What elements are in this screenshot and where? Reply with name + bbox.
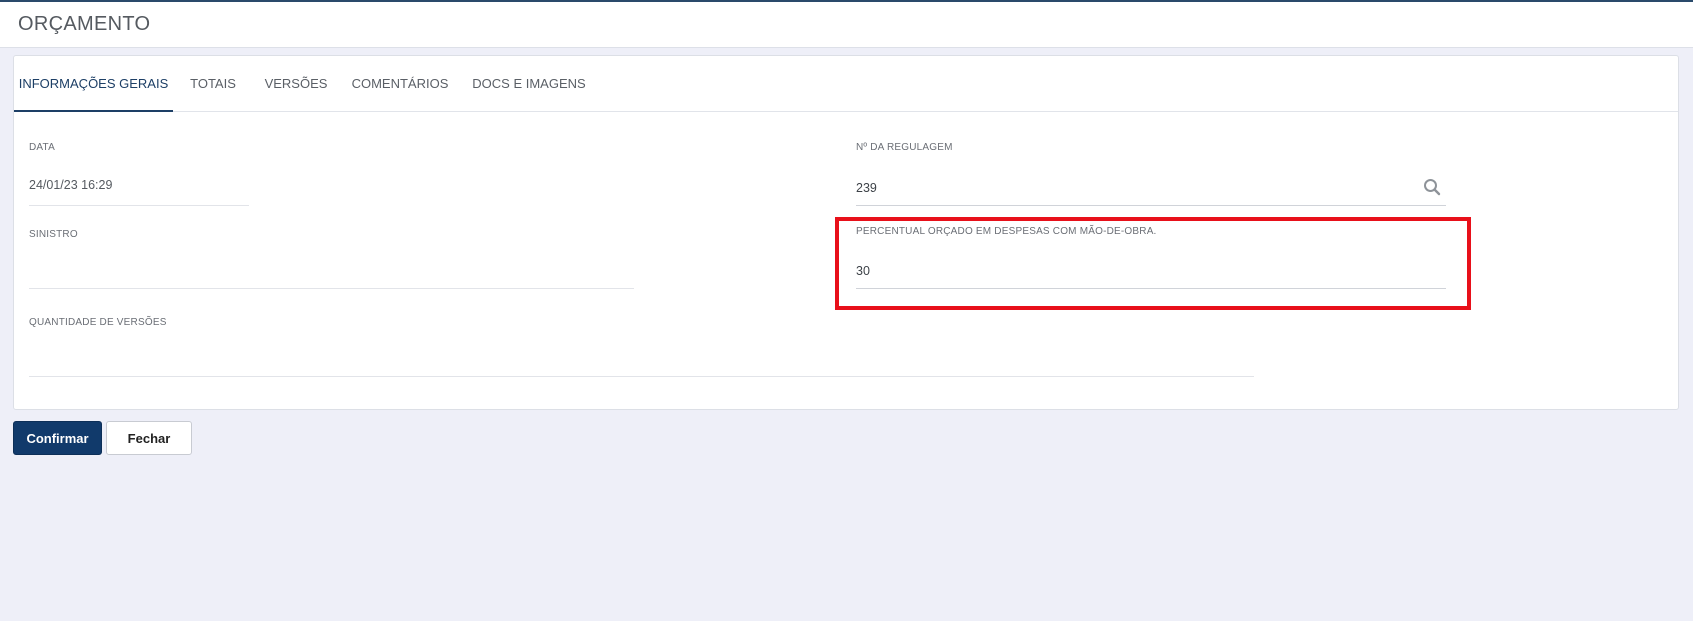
sinistro-underline bbox=[29, 288, 634, 289]
page-header: ORÇAMENTO bbox=[0, 2, 1693, 48]
sinistro-input[interactable] bbox=[29, 261, 619, 281]
versoes-label: QUANTIDADE DE VERSÕES bbox=[29, 317, 167, 328]
form-card: INFORMAÇÕES GERAIS TOTAIS VERSÕES COMENT… bbox=[13, 55, 1679, 410]
data-underline bbox=[29, 205, 249, 206]
tab-bar: INFORMAÇÕES GERAIS TOTAIS VERSÕES COMENT… bbox=[14, 56, 1678, 112]
close-button[interactable]: Fechar bbox=[106, 421, 192, 455]
regulagem-underline bbox=[856, 205, 1446, 206]
confirm-button[interactable]: Confirmar bbox=[13, 421, 102, 455]
search-icon[interactable] bbox=[1423, 178, 1441, 196]
percentual-label: PERCENTUAL ORÇADO EM DESPESAS COM MÃO-DE… bbox=[856, 226, 1157, 237]
tab-docs-e-imagens[interactable]: DOCS E IMAGENS bbox=[461, 56, 597, 112]
versoes-input[interactable] bbox=[29, 348, 1249, 368]
page-title: ORÇAMENTO bbox=[18, 13, 151, 35]
tab-comentarios[interactable]: COMENTÁRIOS bbox=[339, 56, 461, 112]
percentual-input[interactable] bbox=[856, 261, 1441, 281]
data-value: 24/01/23 16:29 bbox=[29, 178, 113, 192]
tab-informacoes-gerais[interactable]: INFORMAÇÕES GERAIS bbox=[14, 56, 173, 112]
regulagem-label: Nº DA REGULAGEM bbox=[856, 142, 953, 153]
regulagem-input[interactable] bbox=[856, 178, 1416, 198]
tab-totais[interactable]: TOTAIS bbox=[173, 56, 253, 112]
data-label: DATA bbox=[29, 142, 55, 153]
tab-versoes[interactable]: VERSÕES bbox=[253, 56, 339, 112]
percentual-underline bbox=[856, 288, 1446, 289]
sinistro-label: SINISTRO bbox=[29, 229, 78, 240]
versoes-underline bbox=[29, 376, 1254, 377]
